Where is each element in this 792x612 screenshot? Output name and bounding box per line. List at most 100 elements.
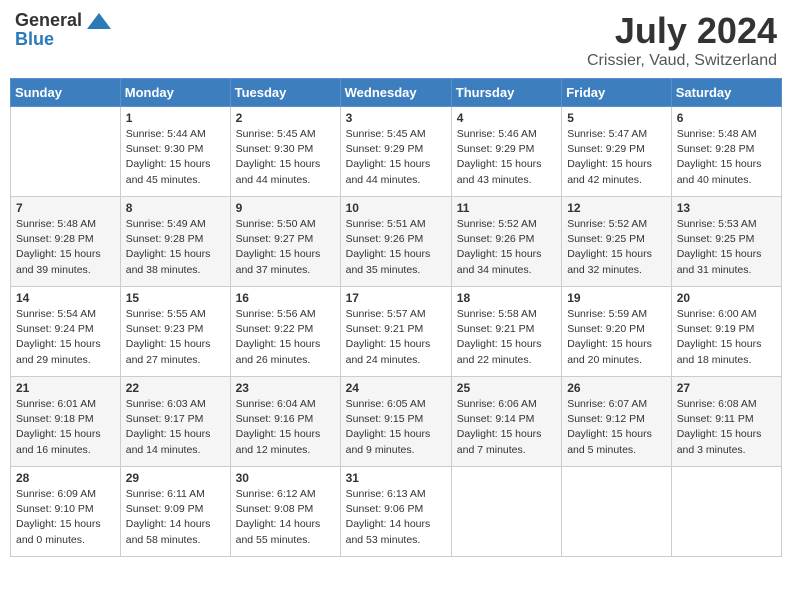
day-number: 3 bbox=[346, 111, 446, 125]
page-header: General Blue July 2024 Crissier, Vaud, S… bbox=[10, 10, 782, 70]
calendar-cell: 6 Sunrise: 5:48 AMSunset: 9:28 PMDaylight… bbox=[671, 107, 781, 197]
day-info: Sunrise: 5:44 AMSunset: 9:30 PMDaylight:… bbox=[126, 127, 225, 188]
day-info: Sunrise: 6:07 AMSunset: 9:12 PMDaylight:… bbox=[567, 397, 666, 458]
calendar-cell: 9 Sunrise: 5:50 AMSunset: 9:27 PMDaylight… bbox=[230, 197, 340, 287]
day-info: Sunrise: 6:01 AMSunset: 9:18 PMDaylight:… bbox=[16, 397, 115, 458]
calendar-day-header: Sunday bbox=[11, 79, 121, 107]
calendar-table: SundayMondayTuesdayWednesdayThursdayFrid… bbox=[10, 78, 782, 557]
calendar-cell: 14 Sunrise: 5:54 AMSunset: 9:24 PMDayligh… bbox=[11, 287, 121, 377]
calendar-cell: 30Sunrise: 6:12 AMSunset: 9:08 PMDayligh… bbox=[230, 467, 340, 557]
calendar-cell: 8Sunrise: 5:49 AMSunset: 9:28 PMDaylight… bbox=[120, 197, 230, 287]
day-number: 6 bbox=[677, 111, 776, 125]
day-info: Sunrise: 5:53 AMSunset: 9:25 PMDaylight:… bbox=[677, 217, 776, 278]
title-block: July 2024 Crissier, Vaud, Switzerland bbox=[587, 10, 777, 70]
day-info: Sunrise: 5:45 AMSunset: 9:29 PMDaylight:… bbox=[346, 127, 446, 188]
day-number: 14 bbox=[16, 291, 115, 305]
day-number: 28 bbox=[16, 471, 115, 485]
calendar-cell: 29 Sunrise: 6:11 AMSunset: 9:09 PMDayligh… bbox=[120, 467, 230, 557]
calendar-cell: 23Sunrise: 6:04 AMSunset: 9:16 PMDayligh… bbox=[230, 377, 340, 467]
calendar-cell: 10Sunrise: 5:51 AMSunset: 9:26 PMDayligh… bbox=[340, 197, 451, 287]
day-number: 17 bbox=[346, 291, 446, 305]
day-number: 22 bbox=[126, 381, 225, 395]
day-number: 11 bbox=[457, 201, 556, 215]
calendar-cell: 27 Sunrise: 6:08 AMSunset: 9:11 PMDayligh… bbox=[671, 377, 781, 467]
calendar-cell: 2 Sunrise: 5:45 AMSunset: 9:30 PMDaylight… bbox=[230, 107, 340, 197]
day-info: Sunrise: 6:05 AMSunset: 9:15 PMDaylight:… bbox=[346, 397, 446, 458]
calendar-cell: 13 Sunrise: 5:53 AMSunset: 9:25 PMDayligh… bbox=[671, 197, 781, 287]
day-number: 25 bbox=[457, 381, 556, 395]
day-info: Sunrise: 6:08 AMSunset: 9:11 PMDaylight:… bbox=[677, 397, 776, 458]
calendar-cell: 25Sunrise: 6:06 AMSunset: 9:14 PMDayligh… bbox=[451, 377, 561, 467]
subtitle: Crissier, Vaud, Switzerland bbox=[587, 52, 777, 70]
day-number: 26 bbox=[567, 381, 666, 395]
day-number: 16 bbox=[236, 291, 335, 305]
main-title: July 2024 bbox=[587, 10, 777, 52]
calendar-cell: 19 Sunrise: 5:59 AMSunset: 9:20 PMDayligh… bbox=[562, 287, 672, 377]
calendar-cell: 26 Sunrise: 6:07 AMSunset: 9:12 PMDayligh… bbox=[562, 377, 672, 467]
day-info: Sunrise: 5:45 AMSunset: 9:30 PMDaylight:… bbox=[236, 127, 335, 188]
calendar-cell bbox=[11, 107, 121, 197]
calendar-cell bbox=[562, 467, 672, 557]
day-info: Sunrise: 6:00 AMSunset: 9:19 PMDaylight:… bbox=[677, 307, 776, 368]
day-number: 19 bbox=[567, 291, 666, 305]
calendar-day-header: Tuesday bbox=[230, 79, 340, 107]
day-number: 18 bbox=[457, 291, 556, 305]
day-number: 7 bbox=[16, 201, 115, 215]
day-info: Sunrise: 5:49 AMSunset: 9:28 PMDaylight:… bbox=[126, 217, 225, 278]
calendar-cell: 7 Sunrise: 5:48 AMSunset: 9:28 PMDaylight… bbox=[11, 197, 121, 287]
day-info: Sunrise: 6:04 AMSunset: 9:16 PMDaylight:… bbox=[236, 397, 335, 458]
calendar-day-header: Saturday bbox=[671, 79, 781, 107]
day-number: 30 bbox=[236, 471, 335, 485]
day-info: Sunrise: 5:58 AMSunset: 9:21 PMDaylight:… bbox=[457, 307, 556, 368]
logo-blue-text: Blue bbox=[15, 29, 54, 50]
calendar-day-header: Thursday bbox=[451, 79, 561, 107]
calendar-cell: 16 Sunrise: 5:56 AMSunset: 9:22 PMDayligh… bbox=[230, 287, 340, 377]
day-number: 1 bbox=[126, 111, 225, 125]
day-number: 12 bbox=[567, 201, 666, 215]
calendar-cell: 24Sunrise: 6:05 AMSunset: 9:15 PMDayligh… bbox=[340, 377, 451, 467]
calendar-cell: 11 Sunrise: 5:52 AMSunset: 9:26 PMDayligh… bbox=[451, 197, 561, 287]
day-info: Sunrise: 5:59 AMSunset: 9:20 PMDaylight:… bbox=[567, 307, 666, 368]
day-info: Sunrise: 5:50 AMSunset: 9:27 PMDaylight:… bbox=[236, 217, 335, 278]
day-number: 2 bbox=[236, 111, 335, 125]
day-number: 9 bbox=[236, 201, 335, 215]
calendar-cell: 5Sunrise: 5:47 AMSunset: 9:29 PMDaylight… bbox=[562, 107, 672, 197]
calendar-day-header: Monday bbox=[120, 79, 230, 107]
calendar-week-row: 21 Sunrise: 6:01 AMSunset: 9:18 PMDayligh… bbox=[11, 377, 782, 467]
day-info: Sunrise: 5:48 AMSunset: 9:28 PMDaylight:… bbox=[677, 127, 776, 188]
day-number: 13 bbox=[677, 201, 776, 215]
calendar-cell: 12 Sunrise: 5:52 AMSunset: 9:25 PMDayligh… bbox=[562, 197, 672, 287]
day-info: Sunrise: 5:48 AMSunset: 9:28 PMDaylight:… bbox=[16, 217, 115, 278]
calendar-header-row: SundayMondayTuesdayWednesdayThursdayFrid… bbox=[11, 79, 782, 107]
logo-icon bbox=[85, 11, 113, 31]
day-info: Sunrise: 5:56 AMSunset: 9:22 PMDaylight:… bbox=[236, 307, 335, 368]
calendar-cell: 20 Sunrise: 6:00 AMSunset: 9:19 PMDayligh… bbox=[671, 287, 781, 377]
day-number: 20 bbox=[677, 291, 776, 305]
day-number: 15 bbox=[126, 291, 225, 305]
calendar-cell: 4Sunrise: 5:46 AMSunset: 9:29 PMDaylight… bbox=[451, 107, 561, 197]
day-info: Sunrise: 5:52 AMSunset: 9:26 PMDaylight:… bbox=[457, 217, 556, 278]
day-info: Sunrise: 5:47 AMSunset: 9:29 PMDaylight:… bbox=[567, 127, 666, 188]
calendar-cell: 28Sunrise: 6:09 AMSunset: 9:10 PMDayligh… bbox=[11, 467, 121, 557]
day-number: 29 bbox=[126, 471, 225, 485]
calendar-cell bbox=[671, 467, 781, 557]
day-number: 4 bbox=[457, 111, 556, 125]
logo: General Blue bbox=[15, 10, 113, 50]
calendar-week-row: 1 Sunrise: 5:44 AMSunset: 9:30 PMDaylight… bbox=[11, 107, 782, 197]
day-info: Sunrise: 5:51 AMSunset: 9:26 PMDaylight:… bbox=[346, 217, 446, 278]
calendar-day-header: Friday bbox=[562, 79, 672, 107]
calendar-cell: 1 Sunrise: 5:44 AMSunset: 9:30 PMDaylight… bbox=[120, 107, 230, 197]
day-info: Sunrise: 5:54 AMSunset: 9:24 PMDaylight:… bbox=[16, 307, 115, 368]
calendar-cell: 22 Sunrise: 6:03 AMSunset: 9:17 PMDayligh… bbox=[120, 377, 230, 467]
day-info: Sunrise: 6:03 AMSunset: 9:17 PMDaylight:… bbox=[126, 397, 225, 458]
calendar-cell: 18 Sunrise: 5:58 AMSunset: 9:21 PMDayligh… bbox=[451, 287, 561, 377]
day-number: 27 bbox=[677, 381, 776, 395]
calendar-cell bbox=[451, 467, 561, 557]
day-info: Sunrise: 5:55 AMSunset: 9:23 PMDaylight:… bbox=[126, 307, 225, 368]
calendar-day-header: Wednesday bbox=[340, 79, 451, 107]
day-info: Sunrise: 5:52 AMSunset: 9:25 PMDaylight:… bbox=[567, 217, 666, 278]
day-info: Sunrise: 6:13 AMSunset: 9:06 PMDaylight:… bbox=[346, 487, 446, 548]
day-info: Sunrise: 6:11 AMSunset: 9:09 PMDaylight:… bbox=[126, 487, 225, 548]
day-number: 21 bbox=[16, 381, 115, 395]
day-number: 31 bbox=[346, 471, 446, 485]
